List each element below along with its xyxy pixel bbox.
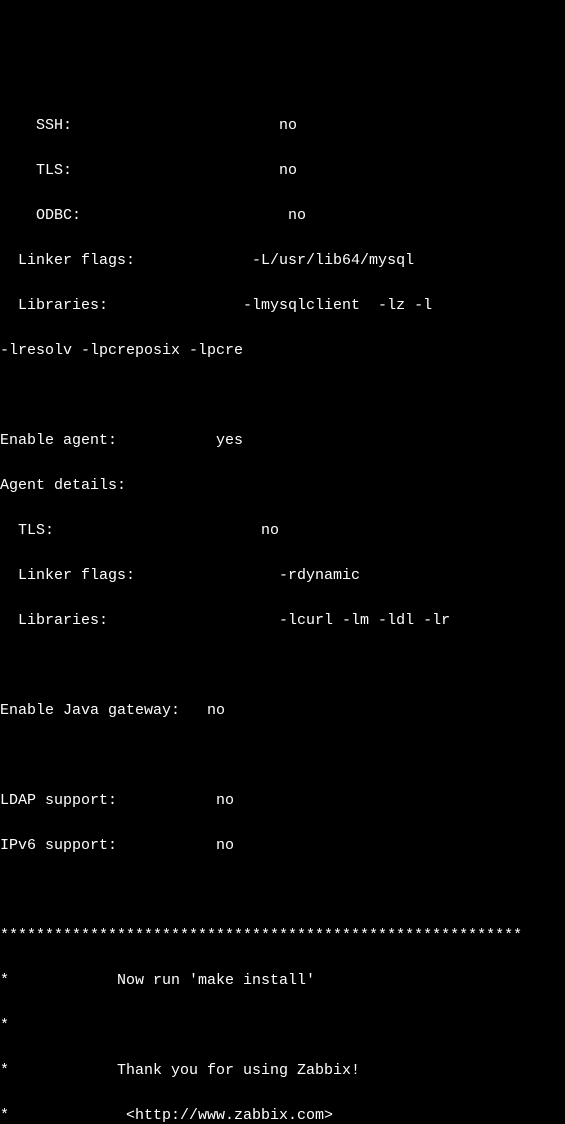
blank-line <box>0 880 565 903</box>
agent-libraries: Libraries: -lcurl -lm -ldl -lr <box>0 610 565 633</box>
agent-details-header: Agent details: <box>0 475 565 498</box>
separator-stars: ****************************************… <box>0 925 565 948</box>
agent-tls: TLS: no <box>0 520 565 543</box>
config-libraries-wrap: -lresolv -lpcreposix -lpcre <box>0 340 565 363</box>
thank-you-message: * Thank you for using Zabbix! <box>0 1060 565 1083</box>
enable-agent: Enable agent: yes <box>0 430 565 453</box>
ipv6-support: IPv6 support: no <box>0 835 565 858</box>
message-spacer: * <box>0 1015 565 1038</box>
config-tls: TLS: no <box>0 160 565 183</box>
config-linker-flags: Linker flags: -L/usr/lib64/mysql <box>0 250 565 273</box>
blank-line <box>0 385 565 408</box>
config-libraries: Libraries: -lmysqlclient -lz -l <box>0 295 565 318</box>
terminal-output: SSH: no TLS: no ODBC: no Linker flags: -… <box>0 90 565 1124</box>
blank-line <box>0 745 565 768</box>
install-message: * Now run 'make install' <box>0 970 565 993</box>
website-url: * <http://www.zabbix.com> <box>0 1105 565 1124</box>
config-odbc: ODBC: no <box>0 205 565 228</box>
agent-linker-flags: Linker flags: -rdynamic <box>0 565 565 588</box>
blank-line <box>0 655 565 678</box>
ldap-support: LDAP support: no <box>0 790 565 813</box>
enable-java-gateway: Enable Java gateway: no <box>0 700 565 723</box>
config-ssh: SSH: no <box>0 115 565 138</box>
